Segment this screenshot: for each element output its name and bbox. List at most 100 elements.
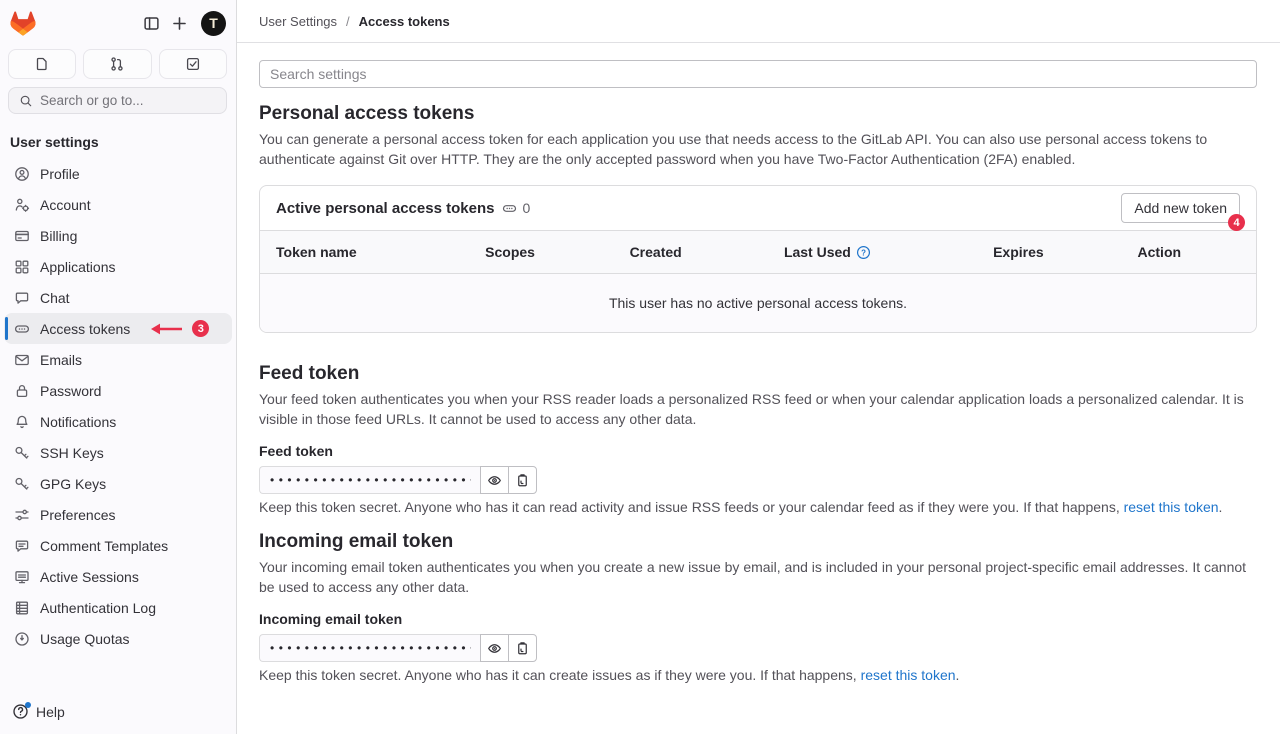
- sidebar-item-billing[interactable]: Billing: [4, 220, 232, 251]
- clipboard-copy-icon: [515, 641, 530, 656]
- breadcrumb-user-settings[interactable]: User Settings: [259, 14, 337, 29]
- col-token-name: Token name: [260, 231, 469, 274]
- tokens-table-header-row: Token name Scopes Created Last Used ?: [260, 231, 1256, 274]
- log-icon: [14, 600, 30, 616]
- comment-lines-icon: [14, 538, 30, 554]
- active-tokens-card-header: Active personal access tokens 0 Add new …: [260, 186, 1256, 230]
- personal-access-tokens-description: You can generate a personal access token…: [259, 130, 1257, 169]
- sliders-icon: [14, 507, 30, 523]
- annotation-arrow-icon: [148, 322, 184, 336]
- feed-token-note: Keep this token secret. Anyone who has i…: [259, 499, 1257, 515]
- sidebar-item-profile[interactable]: Profile: [4, 158, 232, 189]
- search-icon: [19, 94, 33, 108]
- feed-token-reveal-button[interactable]: [480, 466, 509, 494]
- sidebar-item-authentication-log[interactable]: Authentication Log: [4, 592, 232, 623]
- sidebar-item-label: Preferences: [40, 507, 115, 523]
- incoming-email-token-note: Keep this token secret. Anyone who has i…: [259, 667, 1257, 683]
- sidebar-item-label: Billing: [40, 228, 77, 244]
- incoming-email-token-reveal-button[interactable]: [480, 634, 509, 662]
- sidebar-item-label: Usage Quotas: [40, 631, 130, 647]
- sidebar-item-emails[interactable]: Emails: [4, 344, 232, 375]
- feed-token-input-group: [259, 466, 1257, 494]
- active-tokens-title: Active personal access tokens: [276, 200, 494, 217]
- sidebar-header: T: [0, 0, 236, 43]
- token-count-value: 0: [522, 200, 530, 216]
- question-circle-icon[interactable]: ?: [856, 245, 871, 260]
- sidebar-item-label: Profile: [40, 166, 80, 182]
- sidebar-item-active-sessions[interactable]: Active Sessions: [4, 561, 232, 592]
- tokens-table: Token name Scopes Created Last Used ?: [260, 230, 1256, 332]
- incoming-email-token-copy-button[interactable]: [508, 634, 537, 662]
- sidebar-item-notifications[interactable]: Notifications: [4, 406, 232, 437]
- lock-icon: [14, 383, 30, 399]
- merge-requests-shortcut-button[interactable]: [83, 49, 151, 79]
- sidebar-item-applications[interactable]: Applications: [4, 251, 232, 282]
- annotation-badge-4: 4: [1228, 214, 1245, 231]
- sidebar-item-comment-templates[interactable]: Comment Templates: [4, 530, 232, 561]
- profile-icon: [14, 166, 30, 182]
- sidebar-item-label: GPG Keys: [40, 476, 106, 492]
- create-new-plus-button[interactable]: [165, 9, 193, 37]
- col-scopes: Scopes: [469, 231, 613, 274]
- breadcrumb: User Settings / Access tokens: [237, 0, 1280, 43]
- feed-token-title: Feed token: [259, 363, 1257, 385]
- issues-shortcut-button[interactable]: [8, 49, 76, 79]
- sidebar-item-label: Emails: [40, 352, 82, 368]
- sidebar-item-label: Access tokens: [40, 321, 130, 337]
- sidebar-item-preferences[interactable]: Preferences: [4, 499, 232, 530]
- breadcrumb-current: Access tokens: [359, 14, 450, 29]
- sidebar-item-usage-quotas[interactable]: Usage Quotas: [4, 623, 232, 654]
- incoming-email-token-title: Incoming email token: [259, 531, 1257, 553]
- key-icon: [14, 445, 30, 461]
- feed-reset-token-link[interactable]: reset this token: [1124, 499, 1219, 515]
- eye-icon: [487, 473, 502, 488]
- active-indicator: [5, 317, 8, 340]
- col-last-used: Last Used ?: [768, 231, 977, 274]
- tokens-empty-message: This user has no active personal access …: [260, 274, 1256, 333]
- sidebar-item-password[interactable]: Password: [4, 375, 232, 406]
- annotation-badge-3: 3: [192, 320, 209, 337]
- feed-token-copy-button[interactable]: [508, 466, 537, 494]
- incoming-email-token-description: Your incoming email token authenticates …: [259, 558, 1257, 597]
- col-action: Action: [1122, 231, 1257, 274]
- settings-content: Personal access tokens You can generate …: [237, 43, 1280, 683]
- add-new-token-button[interactable]: Add new token: [1121, 193, 1240, 223]
- sidebar-item-chat[interactable]: Chat: [4, 282, 232, 313]
- active-tokens-card: Active personal access tokens 0 Add new …: [259, 185, 1257, 333]
- clipboard-copy-icon: [515, 473, 530, 488]
- chat-icon: [14, 290, 30, 306]
- mail-icon: [14, 352, 30, 368]
- sidebar-item-label: Applications: [40, 259, 116, 275]
- sidebar-item-label: Account: [40, 197, 91, 213]
- search-or-goto[interactable]: Search or go to...: [8, 87, 227, 114]
- help-notification-dot: [25, 702, 31, 708]
- incoming-email-reset-token-link[interactable]: reset this token: [861, 667, 956, 683]
- user-avatar[interactable]: T: [201, 11, 226, 36]
- sidebar-item-label: Authentication Log: [40, 600, 156, 616]
- sidebar-help[interactable]: Help: [0, 695, 236, 734]
- col-expires: Expires: [977, 231, 1121, 274]
- feed-token-label: Feed token: [259, 443, 1257, 459]
- sidebar-item-label: Active Sessions: [40, 569, 139, 585]
- sidebar-item-label: SSH Keys: [40, 445, 104, 461]
- sidebar-nav: Profile Account Billing Applications: [0, 158, 236, 654]
- feed-token-value-input[interactable]: [259, 466, 481, 494]
- sidebar-item-gpg-keys[interactable]: GPG Keys: [4, 468, 232, 499]
- super-sidebar: T Search or go to... User settings: [0, 0, 237, 734]
- eye-icon: [487, 641, 502, 656]
- sidebar-toggle-button[interactable]: [137, 9, 165, 37]
- incoming-email-token-label: Incoming email token: [259, 611, 1257, 627]
- sidebar-item-account[interactable]: Account: [4, 189, 232, 220]
- key-icon: [14, 476, 30, 492]
- sidebar-item-ssh-keys[interactable]: SSH Keys: [4, 437, 232, 468]
- breadcrumb-separator: /: [346, 14, 350, 29]
- bell-icon: [14, 414, 30, 430]
- todos-shortcut-button[interactable]: [159, 49, 227, 79]
- gitlab-logo-icon[interactable]: [10, 11, 36, 36]
- sidebar-item-label: Comment Templates: [40, 538, 168, 554]
- search-settings-input[interactable]: [259, 60, 1257, 88]
- sidebar-item-access-tokens[interactable]: Access tokens 3: [4, 313, 232, 344]
- incoming-email-token-value-input[interactable]: [259, 634, 481, 662]
- sidebar-item-label: Password: [40, 383, 101, 399]
- monitor-icon: [14, 569, 30, 585]
